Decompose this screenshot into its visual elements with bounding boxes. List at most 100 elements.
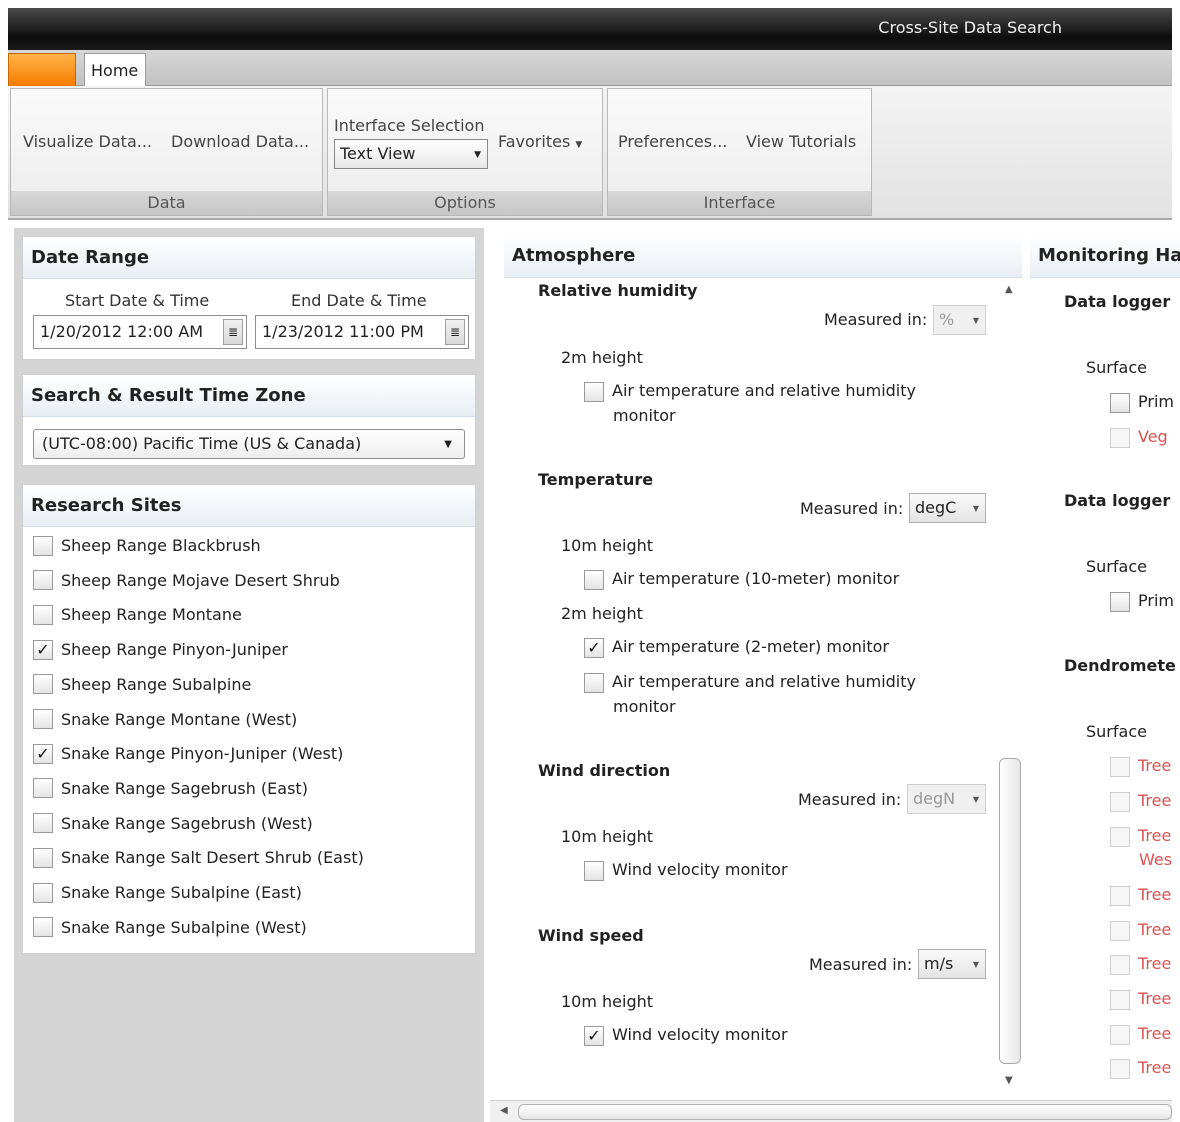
monitor-checkbox-row[interactable]: Air temperature and relative humidity bbox=[584, 672, 916, 693]
monitor-label: Prim bbox=[1138, 392, 1174, 411]
monitor-checkbox-row[interactable]: Tree bbox=[1110, 920, 1171, 941]
site-checkbox-row[interactable]: Snake Range Montane (West) bbox=[33, 709, 297, 739]
site-checkbox-row[interactable]: Snake Range Sagebrush (West) bbox=[33, 813, 313, 843]
monitor-checkbox-row[interactable]: Tree bbox=[1110, 826, 1171, 847]
checkbox[interactable] bbox=[584, 672, 604, 693]
site-checkbox-row[interactable]: Sheep Range Blackbrush bbox=[33, 535, 261, 565]
checkbox-checked[interactable]: ✓ bbox=[584, 637, 604, 658]
checkbox[interactable] bbox=[33, 917, 53, 938]
checkbox[interactable] bbox=[33, 778, 53, 799]
height-label: 2m height bbox=[561, 604, 643, 623]
checkbox[interactable] bbox=[33, 882, 53, 903]
group-label: Surface bbox=[1086, 722, 1147, 741]
checkbox[interactable] bbox=[33, 674, 53, 695]
monitor-label: Tree bbox=[1138, 954, 1172, 973]
site-checkbox-row[interactable]: Snake Range Subalpine (East) bbox=[33, 882, 302, 912]
checkbox[interactable] bbox=[1110, 591, 1130, 612]
monitor-checkbox-row[interactable]: Tree bbox=[1110, 1058, 1171, 1079]
monitor-checkbox-row[interactable]: Tree bbox=[1110, 756, 1171, 777]
site-checkbox-row[interactable]: ✓ Snake Range Pinyon-Juniper (West) bbox=[33, 743, 343, 773]
site-label: Snake Range Subalpine (East) bbox=[61, 883, 302, 902]
monitor-checkbox-row[interactable]: Tree bbox=[1110, 885, 1171, 906]
site-label: Snake Range Sagebrush (East) bbox=[61, 778, 308, 798]
checkbox[interactable] bbox=[33, 813, 53, 834]
horizontal-scrollbar[interactable]: ◀ bbox=[490, 1100, 1172, 1122]
monitor-checkbox-row[interactable]: ✓ Wind velocity monitor bbox=[584, 1025, 788, 1046]
scroll-up-icon[interactable]: ▲ bbox=[1005, 284, 1013, 295]
checkbox[interactable] bbox=[1110, 989, 1130, 1010]
ribbon-group-label: Interface bbox=[608, 191, 871, 215]
scroll-left-icon[interactable]: ◀ bbox=[500, 1105, 508, 1116]
ribbon-tab-strip: Home bbox=[8, 50, 1172, 87]
checkbox[interactable] bbox=[1110, 1058, 1130, 1079]
checkbox[interactable] bbox=[1110, 756, 1130, 777]
checkbox[interactable] bbox=[584, 569, 604, 590]
unit-value: degN bbox=[913, 789, 956, 808]
monitor-checkbox-row[interactable]: Prim bbox=[1110, 392, 1174, 413]
visualize-data-button[interactable]: Visualize Data... bbox=[23, 132, 152, 151]
checkbox-checked[interactable]: ✓ bbox=[584, 1025, 604, 1046]
checkbox-checked[interactable]: ✓ bbox=[33, 743, 53, 764]
view-tutorials-button[interactable]: View Tutorials bbox=[746, 132, 856, 151]
monitor-checkbox-row[interactable]: Tree bbox=[1110, 1024, 1171, 1045]
site-checkbox-row[interactable]: Sheep Range Subalpine bbox=[33, 674, 251, 704]
monitor-label: Tree bbox=[1138, 756, 1172, 775]
timezone-dropdown[interactable]: (UTC-08:00) Pacific Time (US & Canada) ▼ bbox=[33, 429, 465, 459]
unit-dropdown[interactable]: degC ▼ bbox=[909, 493, 986, 523]
monitor-checkbox-row[interactable]: Tree bbox=[1110, 954, 1171, 975]
monitor-checkbox-row[interactable]: Tree bbox=[1110, 791, 1171, 812]
monitor-checkbox-row[interactable]: Veg bbox=[1110, 427, 1168, 448]
unit-dropdown[interactable]: m/s ▼ bbox=[918, 949, 986, 979]
checkbox[interactable] bbox=[1110, 1024, 1130, 1045]
tab-home[interactable]: Home bbox=[84, 53, 146, 87]
chevron-down-icon: ▼ bbox=[972, 504, 979, 513]
checkbox[interactable] bbox=[33, 847, 53, 868]
monitor-label: Wind velocity monitor bbox=[612, 860, 788, 879]
calendar-icon[interactable]: ≣ bbox=[445, 319, 465, 345]
height-label: 2m height bbox=[561, 348, 643, 367]
download-data-button[interactable]: Download Data... bbox=[171, 132, 309, 151]
unit-dropdown[interactable]: degN ▼ bbox=[907, 784, 986, 814]
calendar-icon[interactable]: ≣ bbox=[223, 319, 243, 345]
favorites-menu-button[interactable]: Favorites ▼ bbox=[498, 132, 582, 151]
checkbox[interactable] bbox=[584, 381, 604, 402]
checkbox[interactable] bbox=[1110, 791, 1130, 812]
site-checkbox-row[interactable]: Snake Range Sagebrush (East) bbox=[33, 778, 308, 808]
vertical-scrollbar[interactable]: ▲ ▼ bbox=[998, 282, 1022, 1088]
scroll-down-icon[interactable]: ▼ bbox=[1005, 1075, 1013, 1086]
checkbox[interactable] bbox=[1110, 885, 1130, 906]
monitor-checkbox-row[interactable]: Air temperature (10-meter) monitor bbox=[584, 569, 899, 590]
checkbox-checked[interactable]: ✓ bbox=[33, 639, 53, 660]
monitor-checkbox-row[interactable]: ✓ Air temperature (2-meter) monitor bbox=[584, 637, 889, 658]
monitor-checkbox-row[interactable]: Prim bbox=[1110, 591, 1174, 612]
unit-dropdown[interactable]: % ▼ bbox=[933, 305, 986, 335]
site-label: Snake Range Subalpine (West) bbox=[61, 917, 307, 937]
checkbox[interactable] bbox=[584, 860, 604, 881]
checkbox[interactable] bbox=[1110, 920, 1130, 941]
monitor-checkbox-row[interactable]: Wind velocity monitor bbox=[584, 860, 788, 881]
monitor-checkbox-row[interactable]: Air temperature and relative humidity bbox=[584, 381, 916, 402]
end-date-input[interactable]: 1/23/2012 11:00 PM ≣ bbox=[255, 315, 469, 349]
checkbox[interactable] bbox=[33, 535, 53, 556]
checkbox[interactable] bbox=[1110, 954, 1130, 975]
checkbox[interactable] bbox=[33, 604, 53, 625]
monitor-checkbox-row[interactable]: Tree bbox=[1110, 989, 1171, 1010]
checkbox[interactable] bbox=[33, 570, 53, 591]
scrollbar-thumb[interactable] bbox=[999, 758, 1021, 1064]
checkbox[interactable] bbox=[1110, 826, 1130, 847]
start-date-input[interactable]: 1/20/2012 12:00 AM ≣ bbox=[33, 315, 247, 349]
site-checkbox-row[interactable]: Sheep Range Mojave Desert Shrub bbox=[33, 570, 340, 600]
site-checkbox-row[interactable]: Snake Range Subalpine (West) bbox=[33, 917, 307, 947]
site-checkbox-row[interactable]: ✓ Sheep Range Pinyon-Juniper bbox=[33, 639, 288, 669]
checkbox[interactable] bbox=[1110, 427, 1130, 448]
site-checkbox-row[interactable]: Sheep Range Montane bbox=[33, 604, 242, 634]
site-checkbox-row[interactable]: Snake Range Salt Desert Shrub (East) bbox=[33, 847, 364, 877]
application-menu-button[interactable] bbox=[8, 53, 76, 86]
section-title: Dendromete bbox=[1064, 656, 1176, 675]
checkbox[interactable] bbox=[1110, 392, 1130, 413]
monitor-label: Prim bbox=[1138, 591, 1174, 610]
scrollbar-thumb[interactable] bbox=[518, 1104, 1172, 1120]
interface-selection-dropdown[interactable]: Text View ▼ bbox=[334, 139, 488, 169]
preferences-button[interactable]: Preferences... bbox=[618, 132, 727, 151]
checkbox[interactable] bbox=[33, 709, 53, 729]
